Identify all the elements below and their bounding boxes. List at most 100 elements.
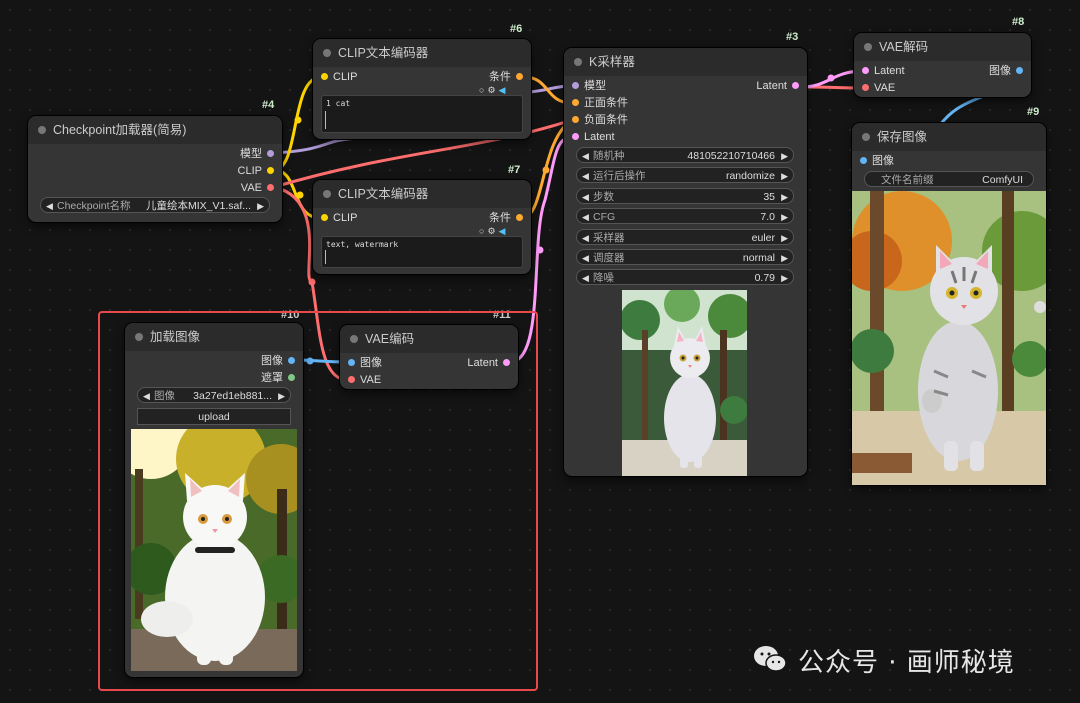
collapse-dot-icon[interactable]	[323, 190, 331, 198]
input-negative[interactable]: 负面条件	[572, 113, 628, 127]
arrow-right-icon[interactable]: ▶	[278, 388, 285, 404]
collapse-dot-icon[interactable]	[38, 126, 46, 134]
arrow-right-icon[interactable]: ▶	[781, 168, 788, 184]
arrow-left-icon[interactable]: ◀	[582, 168, 589, 184]
input-clip[interactable]: CLIP	[321, 70, 357, 84]
speaker-icon[interactable]: ◀	[499, 85, 509, 95]
socket-conditioning-icon[interactable]	[516, 214, 523, 221]
arrow-right-icon[interactable]: ▶	[781, 189, 788, 205]
input-vae[interactable]: VAE	[862, 81, 895, 95]
input-positive[interactable]: 正面条件	[572, 96, 628, 110]
socket-conditioning-icon[interactable]	[572, 99, 579, 106]
socket-image-icon[interactable]	[860, 157, 867, 164]
socket-conditioning-icon[interactable]	[516, 73, 523, 80]
denoise-widget[interactable]: ◀ 降噪 0.79 ▶	[576, 269, 794, 285]
node-header[interactable]: K采样器	[564, 48, 807, 76]
save-image-node[interactable]: 保存图像 图像 文件名前缀 ComfyUI	[852, 123, 1046, 485]
output-latent[interactable]: Latent	[756, 79, 799, 93]
socket-model-icon[interactable]	[267, 150, 274, 157]
arrow-right-icon[interactable]: ▶	[781, 209, 788, 225]
socket-latent-icon[interactable]	[792, 82, 799, 89]
socket-model-icon[interactable]	[572, 82, 579, 89]
node-header[interactable]: VAE编码	[340, 325, 518, 353]
socket-image-icon[interactable]	[1016, 67, 1023, 74]
collapse-dot-icon[interactable]	[862, 133, 870, 141]
clip-text-encode-positive-node[interactable]: CLIP文本编码器 CLIP 条件 ○⚙◀ 1 cat	[313, 39, 531, 139]
node-header[interactable]: 加载图像	[125, 323, 303, 351]
ckpt-name-combo[interactable]: ◀ Checkpoint名称 儿童绘本MIX_V1.saf... ▶	[40, 197, 270, 213]
output-mask[interactable]: 遮罩	[261, 371, 295, 385]
socket-conditioning-icon[interactable]	[572, 116, 579, 123]
filename-prefix-widget[interactable]: 文件名前缀 ComfyUI	[864, 171, 1034, 187]
socket-clip-icon[interactable]	[321, 214, 328, 221]
input-clip[interactable]: CLIP	[321, 211, 357, 225]
socket-clip-icon[interactable]	[321, 73, 328, 80]
arrow-left-icon[interactable]: ◀	[46, 198, 53, 214]
image-file-combo[interactable]: ◀ 图像 3a27ed1eb881... ▶	[137, 387, 291, 403]
collapse-dot-icon[interactable]	[350, 335, 358, 343]
output-image[interactable]: 图像	[261, 354, 295, 368]
steps-widget[interactable]: ◀ 步数 35 ▶	[576, 188, 794, 204]
output-image[interactable]: 图像	[989, 64, 1023, 78]
sampler-widget[interactable]: ◀ 采样器 euler ▶	[576, 229, 794, 245]
node-header[interactable]: CLIP文本编码器	[313, 39, 531, 67]
socket-mask-icon[interactable]	[288, 374, 295, 381]
socket-image-icon[interactable]	[288, 357, 295, 364]
scheduler-widget[interactable]: ◀ 调度器 normal ▶	[576, 249, 794, 265]
arrow-left-icon[interactable]: ◀	[582, 209, 589, 225]
speaker-icon[interactable]: ◀	[499, 226, 509, 236]
output-conditioning[interactable]: 条件	[489, 70, 523, 84]
output-model[interactable]: 模型	[240, 147, 274, 161]
node-header[interactable]: Checkpoint加载器(简易)	[28, 116, 282, 144]
output-latent[interactable]: Latent	[467, 356, 510, 370]
socket-latent-icon[interactable]	[862, 67, 869, 74]
vae-decode-node[interactable]: VAE解码 Latent 图像 VAE	[854, 33, 1031, 97]
node-header[interactable]: CLIP文本编码器	[313, 180, 531, 208]
arrow-left-icon[interactable]: ◀	[582, 250, 589, 266]
checkpoint-loader-node[interactable]: Checkpoint加载器(简易) 模型 CLIP VAE ◀ Checkpoi…	[28, 116, 282, 222]
input-latent[interactable]: Latent	[862, 64, 905, 78]
output-vae[interactable]: VAE	[241, 181, 274, 195]
socket-latent-icon[interactable]	[572, 133, 579, 140]
collapse-dot-icon[interactable]	[323, 49, 331, 57]
arrow-left-icon[interactable]: ◀	[582, 230, 589, 246]
prompt-textarea[interactable]: text, watermark	[321, 236, 523, 268]
collapse-dot-icon[interactable]	[864, 43, 872, 51]
socket-vae-icon[interactable]	[267, 184, 274, 191]
settings-icon[interactable]: ⚙	[487, 226, 498, 236]
socket-latent-icon[interactable]	[503, 359, 510, 366]
arrow-right-icon[interactable]: ▶	[781, 230, 788, 246]
input-image[interactable]: 图像	[348, 356, 382, 370]
collapse-dot-icon[interactable]	[574, 58, 582, 66]
clip-text-encode-negative-node[interactable]: CLIP文本编码器 CLIP 条件 ○⚙◀ text, watermark	[313, 180, 531, 274]
control-after-generate-widget[interactable]: ◀ 运行后操作 randomize ▶	[576, 167, 794, 183]
arrow-right-icon[interactable]: ▶	[781, 250, 788, 266]
ksampler-node[interactable]: K采样器 模型 Latent 正面条件 负面条件 Latent ◀ 随机种 48…	[564, 48, 807, 476]
upload-button[interactable]: upload	[137, 408, 291, 425]
input-image[interactable]: 图像	[860, 154, 894, 168]
socket-vae-icon[interactable]	[862, 84, 869, 91]
settings-icon[interactable]: ⚙	[487, 85, 498, 95]
socket-image-icon[interactable]	[348, 359, 355, 366]
socket-vae-icon[interactable]	[348, 376, 355, 383]
output-clip[interactable]: CLIP	[238, 164, 274, 178]
input-model[interactable]: 模型	[572, 79, 606, 93]
arrow-right-icon[interactable]: ▶	[781, 270, 788, 286]
arrow-left-icon[interactable]: ◀	[582, 148, 589, 164]
load-image-node[interactable]: 加载图像 图像 遮罩 ◀ 图像 3a27ed1eb881... ▶ upload	[125, 323, 303, 677]
seed-widget[interactable]: ◀ 随机种 481052210710466 ▶	[576, 147, 794, 163]
input-latent[interactable]: Latent	[572, 130, 615, 144]
vae-encode-node[interactable]: VAE编码 图像 Latent VAE	[340, 325, 518, 389]
arrow-left-icon[interactable]: ◀	[582, 189, 589, 205]
node-header[interactable]: VAE解码	[854, 33, 1031, 61]
arrow-left-icon[interactable]: ◀	[582, 270, 589, 286]
arrow-right-icon[interactable]: ▶	[781, 148, 788, 164]
output-conditioning[interactable]: 条件	[489, 211, 523, 225]
node-header[interactable]: 保存图像	[852, 123, 1046, 151]
input-vae[interactable]: VAE	[348, 373, 381, 387]
arrow-right-icon[interactable]: ▶	[257, 198, 264, 214]
collapse-dot-icon[interactable]	[135, 333, 143, 341]
prompt-textarea[interactable]: 1 cat	[321, 95, 523, 133]
socket-clip-icon[interactable]	[267, 167, 274, 174]
arrow-left-icon[interactable]: ◀	[143, 388, 150, 404]
